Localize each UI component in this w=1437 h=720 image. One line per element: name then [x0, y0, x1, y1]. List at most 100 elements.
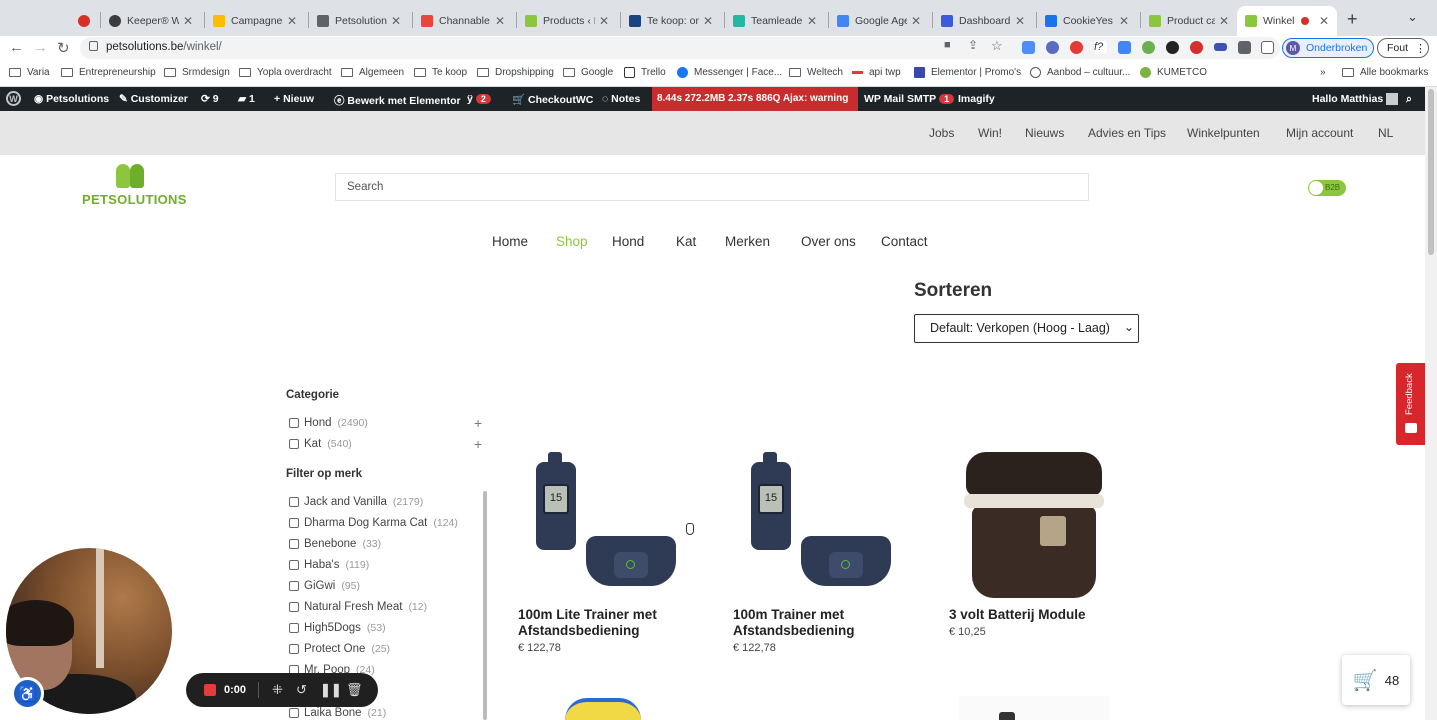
wp-comments[interactable]: ▰ 1	[238, 93, 255, 105]
checkbox[interactable]	[289, 708, 299, 718]
tab-google-agenda[interactable]: Google Agen✕	[829, 6, 929, 36]
bookmark-aanbod[interactable]: Aanbod – cultuur...	[1030, 67, 1130, 78]
query-monitor-stats[interactable]: 8.44s 272.2MB 2.37s 886Q Ajax: warning	[652, 87, 858, 111]
product-image[interactable]	[959, 696, 1109, 720]
extension-icon[interactable]	[1214, 43, 1227, 51]
restart-icon[interactable]: ↺	[296, 682, 307, 698]
bookmark-folder[interactable]: Algemeen	[341, 67, 404, 78]
checkbox[interactable]	[289, 539, 299, 549]
translate-icon[interactable]	[1118, 41, 1131, 54]
category-filter-item[interactable]: Hond (2490)	[289, 417, 368, 429]
tab-product-categories[interactable]: Product cat ✕	[1141, 6, 1237, 36]
bookmark-folder[interactable]: Srmdesign	[164, 67, 230, 78]
camera-icon[interactable]: ■	[944, 39, 951, 51]
brand-filter-item[interactable]: Protect One (25)	[289, 643, 390, 655]
profile-button[interactable]: M Onderbroken	[1282, 38, 1374, 58]
bookmark-folder[interactable]: Varia	[9, 67, 50, 78]
close-icon[interactable]: ✕	[1015, 14, 1025, 28]
formula-icon[interactable]: f?	[1094, 41, 1107, 54]
checkbox[interactable]	[289, 518, 299, 528]
wp-checkoutwc[interactable]: 🛒 CheckoutWC	[512, 93, 593, 106]
expand-icon[interactable]: +	[474, 436, 482, 452]
expand-icon[interactable]: +	[474, 415, 482, 431]
bookmark-star-icon[interactable]: ☆	[991, 38, 1003, 54]
bookmark-messenger[interactable]: Messenger | Face...	[677, 67, 782, 78]
stop-recording-button[interactable]	[204, 684, 216, 696]
checkbox[interactable]	[289, 560, 299, 570]
bookmark-folder[interactable]: Entrepreneurship	[61, 67, 156, 78]
close-icon[interactable]: ✕	[911, 14, 921, 28]
tab-campagnes[interactable]: Campagnes ✕	[205, 6, 305, 36]
bookmarks-overflow[interactable]: »	[1320, 67, 1326, 78]
tab-dashboard[interactable]: Dashboard ✕	[933, 6, 1033, 36]
close-icon[interactable]: ✕	[807, 14, 817, 28]
bookmark-folder[interactable]: Yopla overdracht	[239, 67, 332, 78]
floating-cart-button[interactable]: 🛒 48	[1342, 655, 1410, 705]
page-scrollbar[interactable]	[1425, 87, 1437, 720]
filter-scrollbar[interactable]	[483, 491, 487, 720]
menu-hond[interactable]: Hond	[612, 234, 644, 249]
extension-icon[interactable]	[1022, 41, 1035, 54]
tab-keeper[interactable]: Keeper® Wa✕	[101, 6, 201, 36]
all-bookmarks[interactable]: Alle bookmarks	[1342, 67, 1428, 78]
checkbox[interactable]	[289, 418, 299, 428]
checkbox[interactable]	[289, 644, 299, 654]
forward-icon[interactable]: →	[33, 39, 48, 56]
close-icon[interactable]: ✕	[703, 14, 713, 28]
checkbox[interactable]	[289, 439, 299, 449]
close-icon[interactable]: ✕	[287, 14, 297, 28]
wp-imagify[interactable]: Imagify	[958, 93, 995, 105]
tab-te-koop[interactable]: Te koop: onl ✕	[621, 6, 721, 36]
brand-filter-item[interactable]: Natural Fresh Meat (12)	[289, 601, 427, 613]
brand-filter-item[interactable]: Jack and Vanilla (2179)	[289, 496, 423, 508]
bookmark-folder[interactable]: Dropshipping	[477, 67, 554, 78]
close-icon[interactable]: ✕	[599, 14, 609, 28]
menu-contact[interactable]: Contact	[881, 234, 928, 249]
topmenu-jobs[interactable]: Jobs	[929, 126, 954, 140]
brand-filter-item[interactable]: Dharma Dog Karma Cat (124)	[289, 517, 458, 529]
close-icon[interactable]: ✕	[1119, 14, 1129, 28]
tab-teamleader[interactable]: Teamleader ✕	[725, 6, 825, 36]
new-tab-button[interactable]: +	[1347, 9, 1358, 30]
wp-account[interactable]: Hallo Matthias	[1312, 93, 1399, 106]
brand-filter-item[interactable]: Laika Bone (21)	[289, 707, 386, 719]
wp-new[interactable]: + Nieuw	[274, 93, 314, 105]
bookmark-folder[interactable]: Google	[563, 67, 613, 78]
product-image[interactable]: 15	[735, 450, 905, 600]
site-logo[interactable]: PETSOLUTIONS	[82, 162, 186, 214]
reload-icon[interactable]: ↻	[57, 39, 70, 57]
bookmark-folder[interactable]: Weltech	[789, 67, 843, 78]
pause-icon[interactable]: ❚❚	[320, 682, 342, 698]
close-icon[interactable]: ✕	[391, 14, 401, 28]
tab-cookieyes[interactable]: CookieYes ✕	[1037, 6, 1137, 36]
category-filter-item[interactable]: Kat (540)	[289, 438, 352, 450]
opera-icon[interactable]	[1070, 41, 1083, 54]
extension-icon[interactable]	[1046, 41, 1059, 54]
checkbox[interactable]	[289, 623, 299, 633]
bookmark-folder[interactable]: Te koop	[414, 67, 467, 78]
product-title[interactable]: 100m Trainer met Afstandsbediening	[733, 607, 913, 639]
checkbox[interactable]	[289, 602, 299, 612]
search-input[interactable]	[336, 174, 1088, 200]
close-icon[interactable]: ✕	[1219, 14, 1229, 28]
topmenu-nieuws[interactable]: Nieuws	[1025, 126, 1064, 140]
checkbox[interactable]	[289, 581, 299, 591]
wordpress-icon[interactable]: W	[6, 91, 21, 106]
bookmark-kumetco[interactable]: KUMETCO	[1140, 67, 1207, 78]
topmenu-mijn-account[interactable]: Mijn account	[1286, 126, 1353, 140]
tab-products[interactable]: Products ‹ P✕	[517, 6, 617, 36]
bookmark-api-twp[interactable]: api twp	[852, 67, 901, 78]
menu-home[interactable]: Home	[492, 234, 528, 249]
wp-updates[interactable]: ⟳ 9	[201, 93, 219, 105]
extension-icon[interactable]	[1166, 41, 1179, 54]
share-icon[interactable]: ⇪	[968, 38, 978, 52]
tab-recording[interactable]	[70, 6, 100, 36]
grid-icon[interactable]: ⁜	[272, 682, 283, 698]
close-icon[interactable]: ✕	[183, 14, 193, 28]
bookmark-elementor[interactable]: Elementor | Promo's	[914, 67, 1021, 78]
b2b-toggle[interactable]: B2B	[1308, 180, 1346, 196]
error-button[interactable]: Fout ⋮	[1377, 38, 1429, 58]
wp-elementor[interactable]: ⓔ Bewerk met Elementor	[334, 93, 461, 108]
brand-filter-item[interactable]: High5Dogs (53)	[289, 622, 386, 634]
search-icon[interactable]: ⌕	[1406, 93, 1412, 106]
